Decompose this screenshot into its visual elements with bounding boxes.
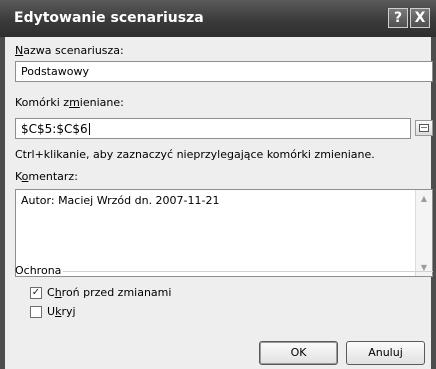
prevent-changes-label[interactable]: Chroń przed zmianami bbox=[47, 286, 171, 299]
dialog-title: Edytowanie scenariusza bbox=[14, 10, 204, 26]
cancel-button[interactable]: Anuluj bbox=[346, 341, 425, 365]
scenario-name-input[interactable]: Podstawowy bbox=[15, 61, 433, 82]
hide-checkbox[interactable] bbox=[30, 306, 42, 318]
changing-cells-input[interactable]: $C$5:$C$6 bbox=[15, 118, 411, 139]
ok-button[interactable]: OK bbox=[259, 341, 338, 365]
help-button[interactable]: ? bbox=[388, 8, 408, 28]
close-button[interactable]: X bbox=[410, 8, 430, 28]
scroll-down-icon[interactable]: ▼ bbox=[416, 259, 432, 276]
changing-cells-hint: Ctrl+klikanie, aby zaznaczyć nieprzylega… bbox=[15, 148, 375, 161]
protection-group-label: Ochrona bbox=[15, 264, 62, 277]
prevent-changes-checkbox[interactable]: ✓ bbox=[30, 287, 42, 299]
title-bar[interactable]: Edytowanie scenariusza ? X bbox=[0, 0, 436, 37]
comment-scrollbar[interactable]: ▲ ▼ bbox=[415, 190, 432, 276]
scenario-name-label: Nazwa scenariusza: bbox=[15, 44, 124, 57]
changing-cells-label: Komórki zmieniane: bbox=[15, 96, 124, 109]
scenario-dialog: Edytowanie scenariusza ? X Nazwa scenari… bbox=[0, 0, 436, 369]
protection-divider bbox=[63, 271, 433, 272]
range-picker-icon[interactable] bbox=[415, 120, 433, 136]
comment-textarea[interactable]: Autor: Maciej Wrzód dn. 2007-11-21 ▲ ▼ bbox=[15, 189, 433, 277]
comment-label: Komentarz: bbox=[15, 170, 78, 183]
scroll-up-icon[interactable]: ▲ bbox=[416, 190, 432, 207]
hide-label[interactable]: Ukryj bbox=[47, 305, 76, 318]
